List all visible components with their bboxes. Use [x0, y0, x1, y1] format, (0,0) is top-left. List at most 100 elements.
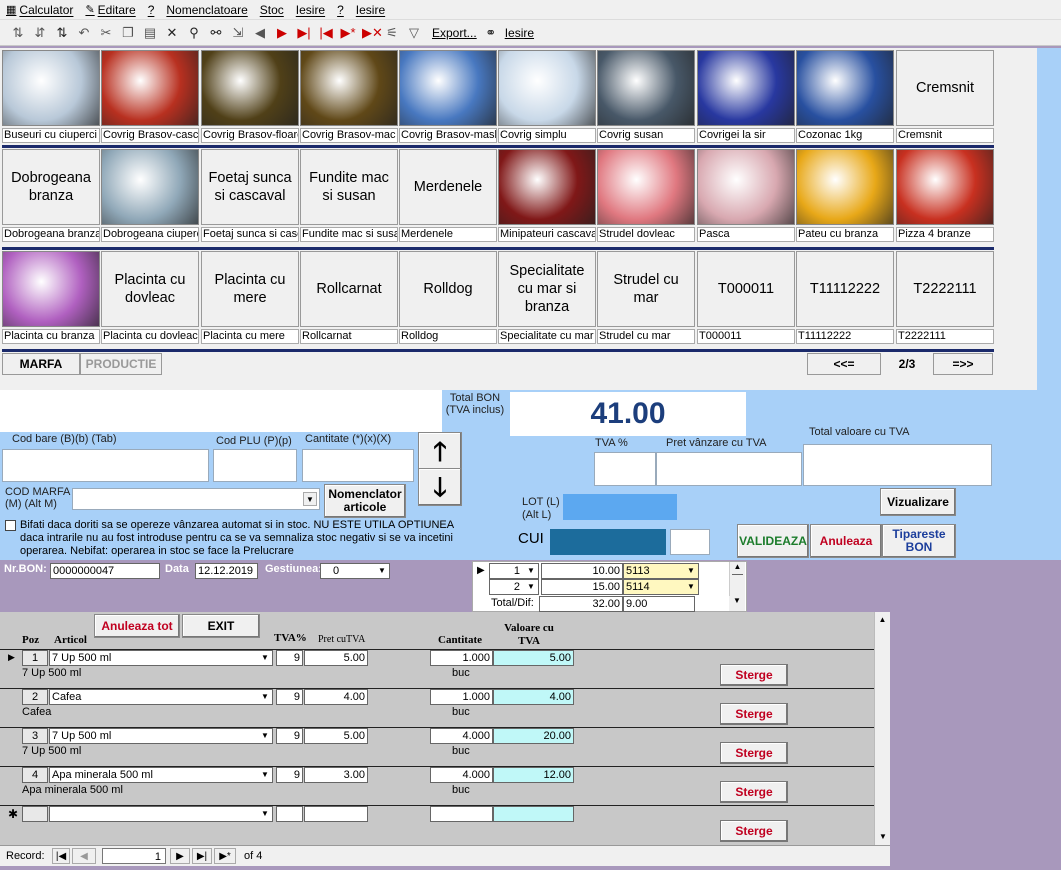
product-tile[interactable]: Fundite mac si susan: [300, 149, 398, 225]
nomenclator-button[interactable]: Nomenclator articole: [324, 484, 406, 518]
product-tile[interactable]: [2, 251, 100, 327]
prev-record-button[interactable]: ◀: [72, 848, 96, 864]
anuleaza-button[interactable]: Anuleaza: [810, 524, 882, 558]
cui-input[interactable]: [550, 529, 666, 555]
gestiunea-select[interactable]: 0 ▼: [320, 563, 390, 579]
payment-nr-1[interactable]: 1 ▼: [489, 563, 539, 579]
chevron-down-icon[interactable]: ▼: [258, 690, 272, 704]
row-cantitate[interactable]: 1.000: [430, 650, 493, 666]
product-tile[interactable]: [796, 50, 894, 126]
scroll-down-icon[interactable]: ▼: [729, 596, 745, 611]
payment-suma-1[interactable]: 10.00: [541, 563, 623, 579]
prev-record-icon[interactable]: ◀: [252, 25, 268, 41]
payment-cod-2[interactable]: 5114 ▼: [623, 579, 699, 595]
stock-checkbox[interactable]: [5, 520, 16, 531]
sterge-button[interactable]: Sterge: [720, 664, 788, 686]
product-tile[interactable]: Placinta cu mere: [201, 251, 299, 327]
payments-scrollbar[interactable]: ▲: [729, 562, 745, 596]
next-record-button[interactable]: ▶: [170, 848, 190, 864]
product-tile[interactable]: [201, 50, 299, 126]
product-tile[interactable]: Rollcarnat: [300, 251, 398, 327]
find-icon[interactable]: ⚲: [186, 25, 202, 41]
chevron-down-icon[interactable]: ▼: [258, 768, 272, 782]
lot-input[interactable]: [563, 494, 677, 520]
menu-calculator[interactable]: ▦ Calculator: [0, 3, 79, 17]
row-pret[interactable]: 3.00: [304, 767, 368, 783]
product-tile[interactable]: T2222111: [896, 251, 994, 327]
tva-input[interactable]: [594, 452, 656, 486]
product-tile[interactable]: Rolldog: [399, 251, 497, 327]
row-articol-select[interactable]: Cafea ▼: [49, 689, 273, 705]
exit-toolbar-button[interactable]: Iesire: [505, 26, 534, 40]
record-current-input[interactable]: 1: [102, 848, 166, 864]
last-record-button[interactable]: ▶|: [192, 848, 212, 864]
row-pret[interactable]: 5.00: [304, 728, 368, 744]
product-tile[interactable]: Specialitate cu mar si branza: [498, 251, 596, 327]
product-tile[interactable]: [896, 149, 994, 225]
chevron-down-icon[interactable]: ▼: [258, 807, 272, 821]
first-record-button[interactable]: |◀: [52, 848, 70, 864]
product-tile[interactable]: [101, 50, 199, 126]
pret-vanzare-input[interactable]: [656, 452, 802, 486]
menu-iesire-2[interactable]: Iesire: [350, 3, 391, 17]
chevron-down-icon[interactable]: ▼: [524, 564, 538, 578]
pager-next-button[interactable]: =>>: [933, 353, 993, 375]
product-tile[interactable]: [399, 50, 497, 126]
chevron-down-icon[interactable]: ▼: [375, 564, 389, 578]
row-tva[interactable]: 9: [276, 728, 303, 744]
product-tile[interactable]: [597, 50, 695, 126]
new-record-icon[interactable]: ▶*: [340, 25, 356, 41]
product-tile[interactable]: Strudel cu mar: [597, 251, 695, 327]
product-tile[interactable]: Merdenele: [399, 149, 497, 225]
row-cantitate[interactable]: 1.000: [430, 689, 493, 705]
row-articol-select[interactable]: 7 Up 500 ml ▼: [49, 650, 273, 666]
sterge-button[interactable]: Sterge: [720, 781, 788, 803]
vizualizare-button[interactable]: Vizualizare: [880, 488, 956, 516]
filter-icon[interactable]: ▽: [406, 25, 422, 41]
scroll-down-icon[interactable]: ▼: [875, 829, 891, 845]
menu-editare[interactable]: ✎ Editare: [79, 3, 141, 17]
chevron-down-icon[interactable]: ▼: [524, 580, 538, 594]
goto-icon[interactable]: ⇲: [230, 25, 246, 41]
chevron-down-icon[interactable]: ▼: [684, 580, 698, 594]
pager-prev-button[interactable]: <<=: [807, 353, 881, 375]
menu-help-2[interactable]: ?: [331, 3, 350, 17]
tab-productie[interactable]: PRODUCTIE: [80, 353, 162, 375]
product-tile[interactable]: T11112222: [796, 251, 894, 327]
scroll-up-icon[interactable]: ▲: [875, 612, 890, 628]
exit-icon[interactable]: ⚭: [483, 25, 499, 41]
data-input[interactable]: 12.12.2019: [195, 563, 258, 579]
new-row-articol-select[interactable]: ▼: [49, 806, 273, 822]
row-articol-select[interactable]: 7 Up 500 ml ▼: [49, 728, 273, 744]
row-tva[interactable]: 9: [276, 689, 303, 705]
row-tva[interactable]: 9: [276, 767, 303, 783]
menu-nomenclatoare[interactable]: Nomenclatoare: [160, 3, 253, 17]
row-cantitate[interactable]: 4.000: [430, 767, 493, 783]
row-cantitate[interactable]: 4.000: [430, 728, 493, 744]
cut-icon[interactable]: ✂: [98, 25, 114, 41]
new-row-pret[interactable]: [304, 806, 368, 822]
filter-selection-icon[interactable]: ⚟: [384, 25, 400, 41]
find-next-icon[interactable]: ⚯: [208, 25, 224, 41]
sort-descending-icon[interactable]: ⇵: [32, 25, 48, 41]
product-tile[interactable]: [697, 50, 795, 126]
product-tile[interactable]: [498, 149, 596, 225]
payment-cod-1[interactable]: 5113 ▼: [623, 563, 699, 579]
items-scrollbar[interactable]: ▲ ▼: [874, 612, 890, 845]
menu-stoc[interactable]: Stoc: [254, 3, 290, 17]
paste-icon[interactable]: ▤: [142, 25, 158, 41]
last-record-icon[interactable]: ▶|: [296, 25, 312, 41]
sterge-button[interactable]: Sterge: [720, 742, 788, 764]
total-valoare-input[interactable]: [803, 444, 992, 486]
nr-bon-input[interactable]: 0000000047: [50, 563, 160, 579]
new-row-cantitate[interactable]: [430, 806, 493, 822]
menu-iesire-1[interactable]: Iesire: [290, 3, 331, 17]
cui-extra-input[interactable]: [670, 529, 710, 555]
row-tva[interactable]: 9: [276, 650, 303, 666]
product-tile[interactable]: [2, 50, 100, 126]
first-record-icon[interactable]: |◀: [318, 25, 334, 41]
payment-suma-2[interactable]: 15.00: [541, 579, 623, 595]
valideaza-button[interactable]: VALIDEAZA: [737, 524, 809, 558]
chevron-down-icon[interactable]: ▼: [258, 651, 272, 665]
undo-icon[interactable]: ↶: [76, 25, 92, 41]
